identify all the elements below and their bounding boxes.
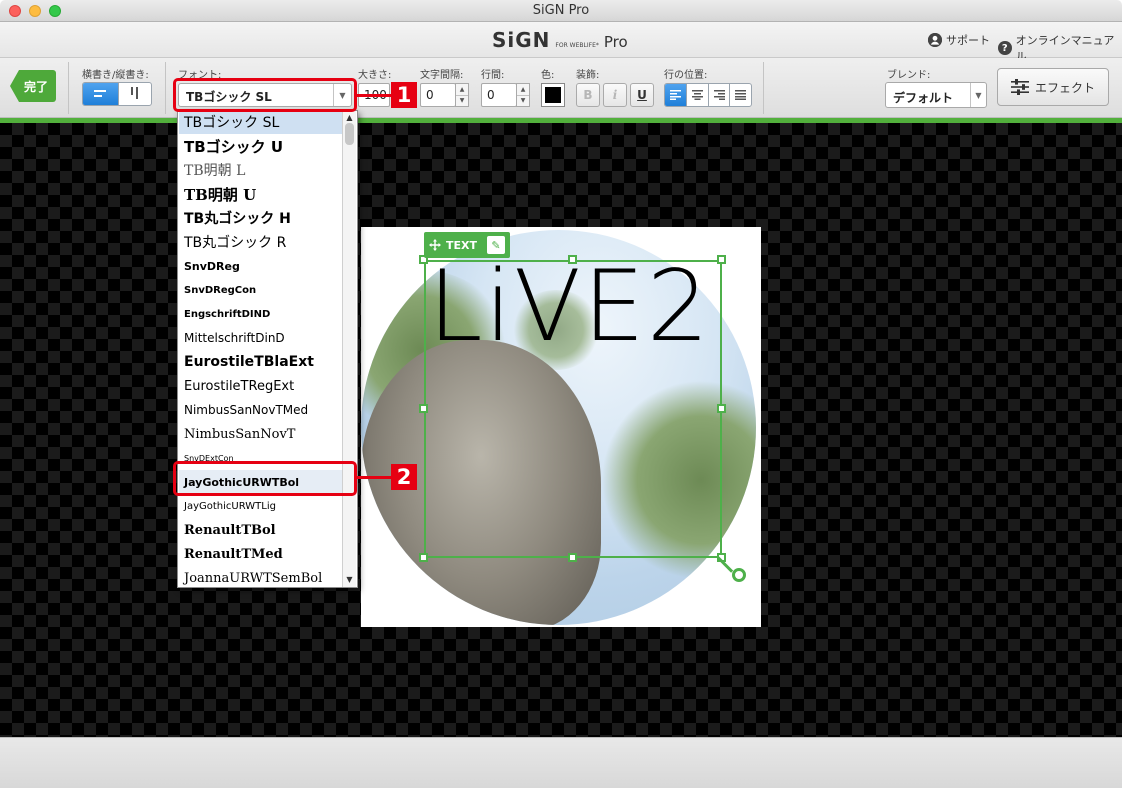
- rotate-handle[interactable]: [732, 568, 746, 582]
- toolbar-divider: [68, 62, 69, 114]
- app-logo: SiGN FOR WEBLIFE* Pro: [492, 28, 628, 52]
- vertical-text-icon: [131, 87, 138, 99]
- text-tag-label: TEXT: [446, 238, 478, 252]
- align-right-button[interactable]: [707, 84, 730, 106]
- font-list-item[interactable]: JayGothicURWTLig: [179, 494, 343, 518]
- char-spacing-field[interactable]: 0: [420, 83, 456, 107]
- font-list-item[interactable]: EngschriftDIND: [179, 302, 343, 326]
- vertical-text-button[interactable]: [118, 83, 151, 105]
- resize-handle-ne[interactable]: [717, 255, 726, 264]
- font-list-item[interactable]: TBゴシック U: [179, 134, 343, 158]
- resize-handle-s[interactable]: [568, 553, 577, 562]
- orientation-toggle: [82, 82, 152, 106]
- chevron-down-icon: ▼: [970, 83, 986, 107]
- horizontal-text-button[interactable]: [83, 83, 118, 105]
- align-justify-button[interactable]: [729, 84, 751, 106]
- font-list-item[interactable]: TB明朝 U: [179, 182, 343, 206]
- scroll-up-icon[interactable]: ▲: [343, 111, 356, 123]
- resize-handle-e[interactable]: [717, 404, 726, 413]
- callout-connector-1: [356, 94, 392, 97]
- align-center-button[interactable]: [686, 84, 708, 106]
- sliders-icon: [1010, 79, 1029, 95]
- align-label: 行の位置:: [664, 70, 708, 81]
- window-titlebar: SiGN Pro: [0, 0, 1122, 22]
- blend-select[interactable]: デフォルト ▼: [885, 82, 987, 108]
- logo-pro: Pro: [603, 33, 628, 51]
- done-button[interactable]: 完了: [10, 70, 56, 102]
- align-segment: [664, 83, 752, 107]
- char-spacing-label: 文字間隔:: [420, 70, 464, 81]
- font-list-item[interactable]: RenaultTBol: [179, 518, 343, 542]
- line-spacing-stepper[interactable]: ▲ ▼: [516, 83, 530, 107]
- align-left-icon: [670, 90, 682, 100]
- resize-handle-sw[interactable]: [419, 553, 428, 562]
- callout-badge-2: 2: [391, 464, 417, 490]
- help-icon: ?: [998, 41, 1012, 55]
- stepper-down-icon[interactable]: ▼: [517, 94, 529, 107]
- status-bar: [0, 737, 1122, 788]
- decoration-label: 装飾:: [576, 70, 600, 81]
- callout-badge-1: 1: [391, 82, 417, 108]
- blend-label: ブレンド:: [887, 70, 931, 81]
- align-left-button[interactable]: [665, 84, 687, 106]
- logo-main: SiGN: [492, 28, 551, 52]
- resize-handle-n[interactable]: [568, 255, 577, 264]
- text-color-well[interactable]: [541, 83, 565, 107]
- effect-button[interactable]: エフェクト: [997, 68, 1109, 106]
- color-swatch: [545, 87, 561, 103]
- font-list-item[interactable]: TB丸ゴシック H: [179, 206, 343, 230]
- font-list-item[interactable]: NimbusSanNovTMed: [179, 398, 343, 422]
- scroll-down-icon[interactable]: ▼: [343, 573, 356, 585]
- stepper-down-icon[interactable]: ▼: [456, 94, 468, 107]
- font-list-item[interactable]: TB明朝 L: [179, 158, 343, 182]
- font-list-item[interactable]: TBゴシック SL: [179, 111, 343, 134]
- font-list-item[interactable]: MittelschriftDinD: [179, 326, 343, 350]
- align-right-icon: [713, 90, 725, 100]
- font-dropdown-list: TBゴシック SL TBゴシック U TB明朝 L TB明朝 U TB丸ゴシック H TB…: [177, 110, 358, 588]
- support-label: サポート: [946, 34, 990, 47]
- line-spacing-field[interactable]: 0: [481, 83, 517, 107]
- font-list-item[interactable]: RenaultTMed: [179, 542, 343, 566]
- resize-handle-w[interactable]: [419, 404, 428, 413]
- text-selection-box[interactable]: [424, 260, 722, 558]
- char-spacing-stepper[interactable]: ▲ ▼: [455, 83, 469, 107]
- color-label: 色:: [541, 70, 555, 81]
- window-title: SiGN Pro: [532, 3, 590, 18]
- italic-button[interactable]: i: [603, 83, 627, 107]
- callout-highlight-1: [173, 78, 357, 112]
- font-list-item[interactable]: JoannaURWTSemBol: [179, 566, 343, 587]
- font-list-item[interactable]: SnvDReg: [179, 254, 343, 278]
- stepper-up-icon[interactable]: ▲: [456, 84, 468, 95]
- align-center-icon: [692, 90, 704, 100]
- line-spacing-label: 行間:: [481, 70, 505, 81]
- font-list-item[interactable]: EurostileTRegExt: [179, 374, 343, 398]
- app-header: SiGN FOR WEBLIFE* Pro サポート ? オンラインマニュアル: [0, 22, 1122, 63]
- callout-connector-2: [356, 476, 392, 479]
- stepper-up-icon[interactable]: ▲: [517, 84, 529, 95]
- toolbar-divider: [763, 62, 764, 114]
- horizontal-text-icon: [93, 90, 106, 97]
- move-icon: [429, 239, 441, 251]
- text-object-tag[interactable]: TEXT ✎: [424, 232, 510, 258]
- callout-highlight-2: [173, 461, 357, 496]
- bold-button[interactable]: B: [576, 83, 600, 107]
- font-list-item[interactable]: NimbusSanNovT: [179, 422, 343, 446]
- effect-label: エフェクト: [1034, 80, 1095, 95]
- align-justify-icon: [735, 90, 747, 100]
- support-link[interactable]: サポート: [928, 32, 990, 48]
- logo-sub: FOR WEBLIFE*: [555, 42, 599, 49]
- user-icon: [928, 33, 942, 47]
- font-list-item[interactable]: SnvDRegCon: [179, 278, 343, 302]
- scrollbar-thumb[interactable]: [345, 123, 354, 145]
- pencil-icon[interactable]: ✎: [487, 236, 505, 254]
- size-label: 大きさ:: [358, 70, 392, 81]
- dropdown-scrollbar[interactable]: ▲ ▼: [342, 111, 356, 587]
- underline-button[interactable]: U: [630, 83, 654, 107]
- toolbar-divider: [165, 62, 166, 114]
- font-list-item[interactable]: TB丸ゴシック R: [179, 230, 343, 254]
- blend-select-value: デフォルト: [893, 91, 954, 105]
- orientation-label: 横書き/縦書き:: [82, 70, 149, 81]
- font-list-item[interactable]: EurostileTBlaExt: [179, 350, 343, 374]
